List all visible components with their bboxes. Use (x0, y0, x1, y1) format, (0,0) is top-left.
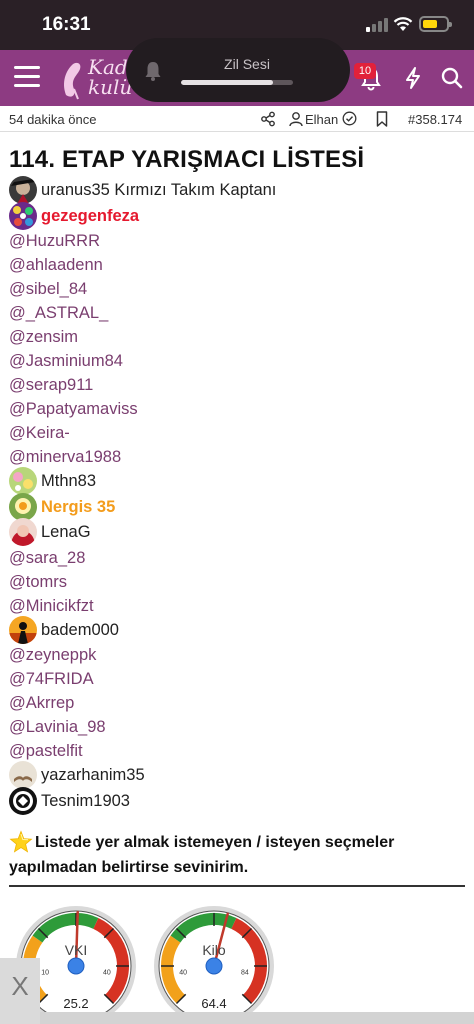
user-row[interactable]: Mthn83 (9, 467, 469, 495)
user-row[interactable]: Nergis 35 (9, 492, 469, 521)
bottom-banner (40, 1012, 474, 1024)
avatar[interactable] (9, 518, 37, 546)
notice-text: Listede yer almak istemeyen / isteyen se… (9, 834, 395, 876)
gauge-max-label: 84 (241, 969, 249, 976)
username[interactable]: gezegenfeza (41, 204, 139, 228)
avatar[interactable] (9, 492, 37, 521)
mention-link[interactable]: @Lavinia_98 (9, 715, 469, 739)
user-row[interactable]: badem000 (9, 615, 469, 644)
user-row[interactable]: LenaG (9, 518, 469, 546)
gauge-hub (67, 957, 85, 975)
user-row[interactable]: gezegenfeza (9, 201, 469, 230)
gauge-min-label: 40 (179, 969, 187, 976)
avatar[interactable] (9, 176, 37, 204)
post-title: 114. ETAP YARIŞMACI LİSTESİ (9, 146, 365, 173)
mention-link[interactable]: @Papatyamaviss (9, 397, 469, 421)
mention-link[interactable]: @pastelfit (9, 739, 469, 763)
mention-link[interactable]: @minerva1988 (9, 445, 469, 469)
username[interactable]: LenaG (41, 520, 91, 544)
user-icon (289, 112, 303, 127)
mention-link[interactable]: @zensim (9, 325, 469, 349)
mention-link[interactable]: @74FRIDA (9, 667, 469, 691)
post-time: 54 dakika önce (9, 112, 97, 127)
username[interactable]: yazarhanim35 (41, 763, 145, 787)
search-icon[interactable] (438, 64, 466, 92)
username[interactable]: Nergis 35 (41, 495, 115, 519)
gauge-label: VKI (64, 942, 88, 958)
avatar[interactable] (9, 467, 37, 495)
user-row[interactable]: Tesnim1903 (9, 786, 469, 815)
avatar[interactable] (9, 761, 37, 789)
gauge-min-label: 10 (41, 969, 49, 976)
mention-link[interactable]: @HuzuRRR (9, 229, 469, 253)
star-icon (9, 830, 33, 853)
battery-icon (419, 16, 452, 32)
share-icon[interactable] (260, 111, 276, 127)
post-notice: Listede yer almak istemeyen / isteyen se… (9, 830, 459, 880)
user-row[interactable]: uranus35 Kırmızı Takım Kaptanı (9, 176, 469, 204)
gauge-max-label: 40 (103, 969, 111, 976)
mention-link[interactable]: @tomrs (9, 570, 469, 594)
mention-link[interactable]: @zeyneppk (9, 643, 469, 667)
post-number[interactable]: #358.174 (408, 112, 462, 127)
username[interactable]: uranus35 Kırmızı Takım Kaptanı (41, 178, 276, 202)
volume-overlay: Zil Sesi (126, 38, 350, 102)
mention-link[interactable]: @ahlaadenn (9, 253, 469, 277)
author-name[interactable]: Elhan (305, 112, 338, 127)
mention-link[interactable]: @sibel_84 (9, 277, 469, 301)
status-time: 16:31 (42, 14, 91, 35)
user-row[interactable]: yazarhanim35 (9, 761, 469, 789)
mention-link[interactable]: @_ASTRAL_ (9, 301, 469, 325)
avatar[interactable] (9, 201, 37, 230)
gauge-hub (205, 957, 223, 975)
bookmark-icon[interactable] (376, 111, 388, 127)
divider (9, 885, 465, 887)
mention-link[interactable]: @Minicikfzt (9, 594, 469, 618)
post-meta: 54 dakika önce Elhan #358.174 (0, 106, 474, 132)
cellular-signal-icon (366, 18, 388, 32)
menu-icon[interactable] (14, 66, 40, 88)
mention-link[interactable]: @Akrrep (9, 691, 469, 715)
gauge-label: Kilo (202, 942, 226, 958)
mention-link[interactable]: @sara_28 (9, 546, 469, 570)
gauge-kilo: 40 84 Kilo 64.4 (152, 904, 276, 1024)
volume-bar (181, 80, 293, 85)
shoe-logo-icon (64, 62, 81, 100)
username[interactable]: Mthn83 (41, 469, 96, 493)
gauge-value: 64.4 (201, 996, 227, 1011)
avatar[interactable] (9, 615, 37, 644)
mention-link[interactable]: @Keira- (9, 421, 469, 445)
mention-link[interactable]: @serap911 (9, 373, 469, 397)
volume-label: Zil Sesi (224, 56, 270, 72)
lightning-icon[interactable] (399, 64, 427, 92)
notification-badge: 10 (354, 63, 376, 79)
avatar[interactable] (9, 786, 37, 815)
verified-icon (342, 111, 357, 126)
wifi-icon (393, 17, 413, 31)
username[interactable]: badem000 (41, 618, 119, 642)
close-ad-button[interactable]: X (0, 958, 40, 1024)
username[interactable]: Tesnim1903 (41, 789, 130, 813)
mention-link[interactable]: @Jasminium84 (9, 349, 469, 373)
